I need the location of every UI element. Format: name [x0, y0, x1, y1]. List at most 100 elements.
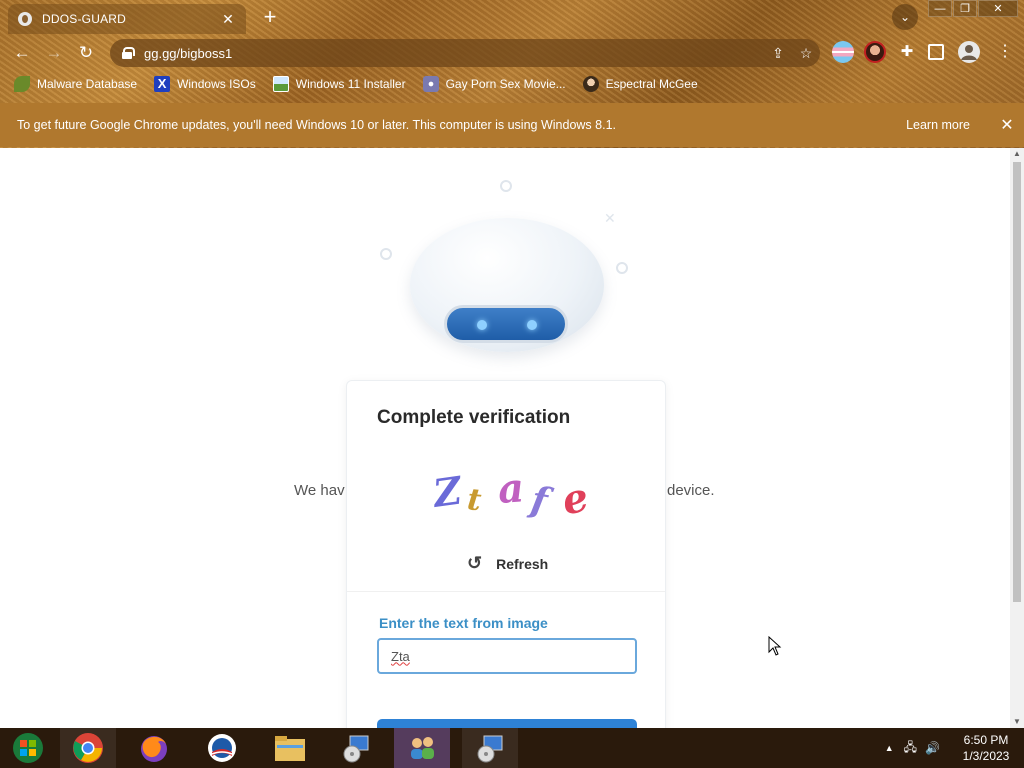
bookmark-label: Espectral McGee — [605, 77, 698, 91]
bookmark-label: Gay Porn Sex Movie... — [445, 77, 566, 91]
campaign-logo-icon — [208, 734, 236, 762]
learn-more-link[interactable]: Learn more — [906, 118, 970, 132]
avatar-extension-icon[interactable] — [864, 41, 886, 63]
share-icon[interactable]: ⇪ — [764, 45, 792, 62]
taskbar-users-app[interactable] — [394, 728, 450, 768]
decor-circle — [500, 180, 512, 192]
bookmark-label: Malware Database — [37, 77, 138, 91]
address-bar[interactable]: gg.gg/bigboss1 ⇪ ☆ — [110, 39, 820, 67]
taskbar-file-explorer[interactable] — [262, 728, 318, 768]
bookmark-windows-isos[interactable]: X Windows ISOs — [154, 76, 256, 92]
bookmark-espectral-mcgee[interactable]: Espectral McGee — [582, 76, 698, 92]
windows-taskbar: ▲ 🖧 🔊 6:50 PM 1/3/2023 — [0, 728, 1024, 768]
folder-icon — [275, 736, 305, 761]
verification-title: Complete verification — [377, 407, 571, 428]
new-tab-button[interactable]: + — [258, 6, 282, 30]
taskbar-obama-logo[interactable] — [194, 728, 250, 768]
browser-tab[interactable]: DDOS-GUARD ✕ — [8, 4, 246, 34]
decor-circle — [380, 248, 392, 260]
robot-illustration: ✕ — [370, 176, 650, 366]
browser-frame: DDOS-GUARD ✕ + ⌄ — ❐ ✕ ← → ↻ gg.gg/bigbo… — [0, 0, 1024, 148]
start-orb-icon — [13, 733, 43, 763]
menu-kebab-icon[interactable]: ⋮ — [994, 41, 1016, 63]
bookmark-star-icon[interactable]: ☆ — [792, 45, 820, 62]
x-logo-icon: X — [154, 76, 171, 92]
captcha-image: Ztafe — [427, 463, 597, 527]
lock-icon[interactable] — [122, 47, 135, 59]
update-infobar: To get future Google Chrome updates, you… — [0, 103, 1024, 147]
bookmark-movie[interactable]: Gay Porn Sex Movie... — [422, 76, 566, 92]
bookmark-label: Windows 11 Installer — [295, 77, 406, 91]
robot-visor — [444, 305, 568, 343]
browser-toolbar: ← → ↻ gg.gg/bigboss1 ⇪ ☆ ✚ ⋮ — [0, 36, 1024, 70]
infobar-message: To get future Google Chrome updates, you… — [17, 118, 616, 132]
puzzle-extensions-icon[interactable]: ✚ — [896, 41, 918, 63]
network-icon[interactable]: 🖧 — [904, 738, 917, 759]
taskbar-firefox[interactable] — [126, 728, 182, 768]
show-hidden-icons-icon[interactable]: ▲ — [885, 743, 894, 753]
chrome-icon — [73, 733, 103, 763]
image-icon — [272, 76, 289, 92]
minimize-button[interactable]: — — [928, 0, 952, 17]
ddos-guard-favicon-icon — [18, 12, 32, 26]
reload-icon[interactable]: ↻ — [74, 41, 98, 65]
refresh-button[interactable]: ↺ Refresh — [467, 553, 548, 574]
captcha-char: e — [558, 473, 593, 524]
bookmark-windows-11-installer[interactable]: Windows 11 Installer — [272, 76, 406, 92]
restore-button[interactable]: ❐ — [953, 0, 977, 17]
captcha-char: Z — [429, 467, 466, 516]
captcha-char: f — [525, 478, 556, 524]
mouse-cursor-icon — [768, 636, 782, 656]
disc-icon — [422, 76, 439, 92]
taskbar-chrome[interactable] — [60, 728, 116, 768]
scroll-up-arrow-icon[interactable]: ▲ — [1010, 148, 1024, 160]
refresh-label: Refresh — [496, 555, 549, 572]
leaf-icon — [14, 76, 30, 92]
system-tray: ▲ 🖧 🔊 6:50 PM 1/3/2023 — [885, 728, 1024, 768]
background-message-left: We hav — [294, 482, 345, 499]
start-button[interactable] — [0, 728, 56, 768]
robot-eye — [477, 320, 487, 330]
taskbar-remote-desktop-2[interactable] — [462, 728, 518, 768]
bookmarks-bar: Malware Database X Windows ISOs Windows … — [0, 72, 1024, 96]
captcha-text-graphic: Ztafe — [429, 464, 593, 524]
card-divider — [347, 591, 665, 592]
back-arrow-icon[interactable]: ← — [10, 41, 34, 65]
submit-button[interactable] — [377, 719, 637, 728]
scroll-down-arrow-icon[interactable]: ▼ — [1010, 716, 1024, 728]
bookmark-malware-database[interactable]: Malware Database — [14, 76, 137, 92]
page-scrollbar[interactable]: ▲ ▼ — [1010, 148, 1024, 728]
clock-date: 1/3/2023 — [962, 749, 1010, 763]
captcha-input-label: Enter the text from image — [379, 615, 548, 631]
decor-cross-icon: ✕ — [604, 210, 616, 226]
monitor-disc-icon — [343, 735, 369, 763]
flag-extension-icon[interactable] — [832, 41, 854, 63]
infobar-close-icon[interactable]: ✕ — [990, 115, 1024, 135]
system-clock[interactable]: 6:50 PM 1/3/2023 — [948, 732, 1024, 764]
side-panel-icon[interactable] — [928, 44, 944, 60]
verification-card: Complete verification Ztafe ↺ Refresh En… — [346, 380, 666, 728]
bookmark-label: Windows ISOs — [177, 77, 256, 91]
tab-search-chevron-icon[interactable]: ⌄ — [892, 4, 918, 30]
background-message-right: device. — [667, 482, 715, 499]
firefox-icon — [141, 736, 167, 762]
captcha-input[interactable]: Zta — [377, 638, 637, 674]
page-content: ✕ We hav device. Complete verification Z… — [0, 148, 1010, 728]
clock-time: 6:50 PM — [963, 733, 1009, 747]
close-window-button[interactable]: ✕ — [978, 0, 1018, 17]
taskbar-remote-desktop[interactable] — [328, 728, 384, 768]
users-icon — [411, 737, 434, 759]
scrollbar-thumb[interactable] — [1013, 162, 1021, 602]
profile-icon[interactable] — [958, 41, 980, 63]
tab-title: DDOS-GUARD — [42, 12, 127, 26]
tab-close-icon[interactable]: ✕ — [220, 11, 236, 28]
decor-circle — [616, 262, 628, 274]
captcha-char: a — [496, 464, 525, 513]
character-icon — [582, 76, 599, 92]
robot-eye — [527, 320, 537, 330]
volume-icon[interactable]: 🔊 — [925, 741, 940, 755]
forward-arrow-icon[interactable]: → — [42, 41, 66, 65]
refresh-icon: ↺ — [467, 553, 483, 573]
url-text[interactable]: gg.gg/bigboss1 — [144, 46, 764, 61]
monitor-disc-icon — [477, 735, 503, 763]
